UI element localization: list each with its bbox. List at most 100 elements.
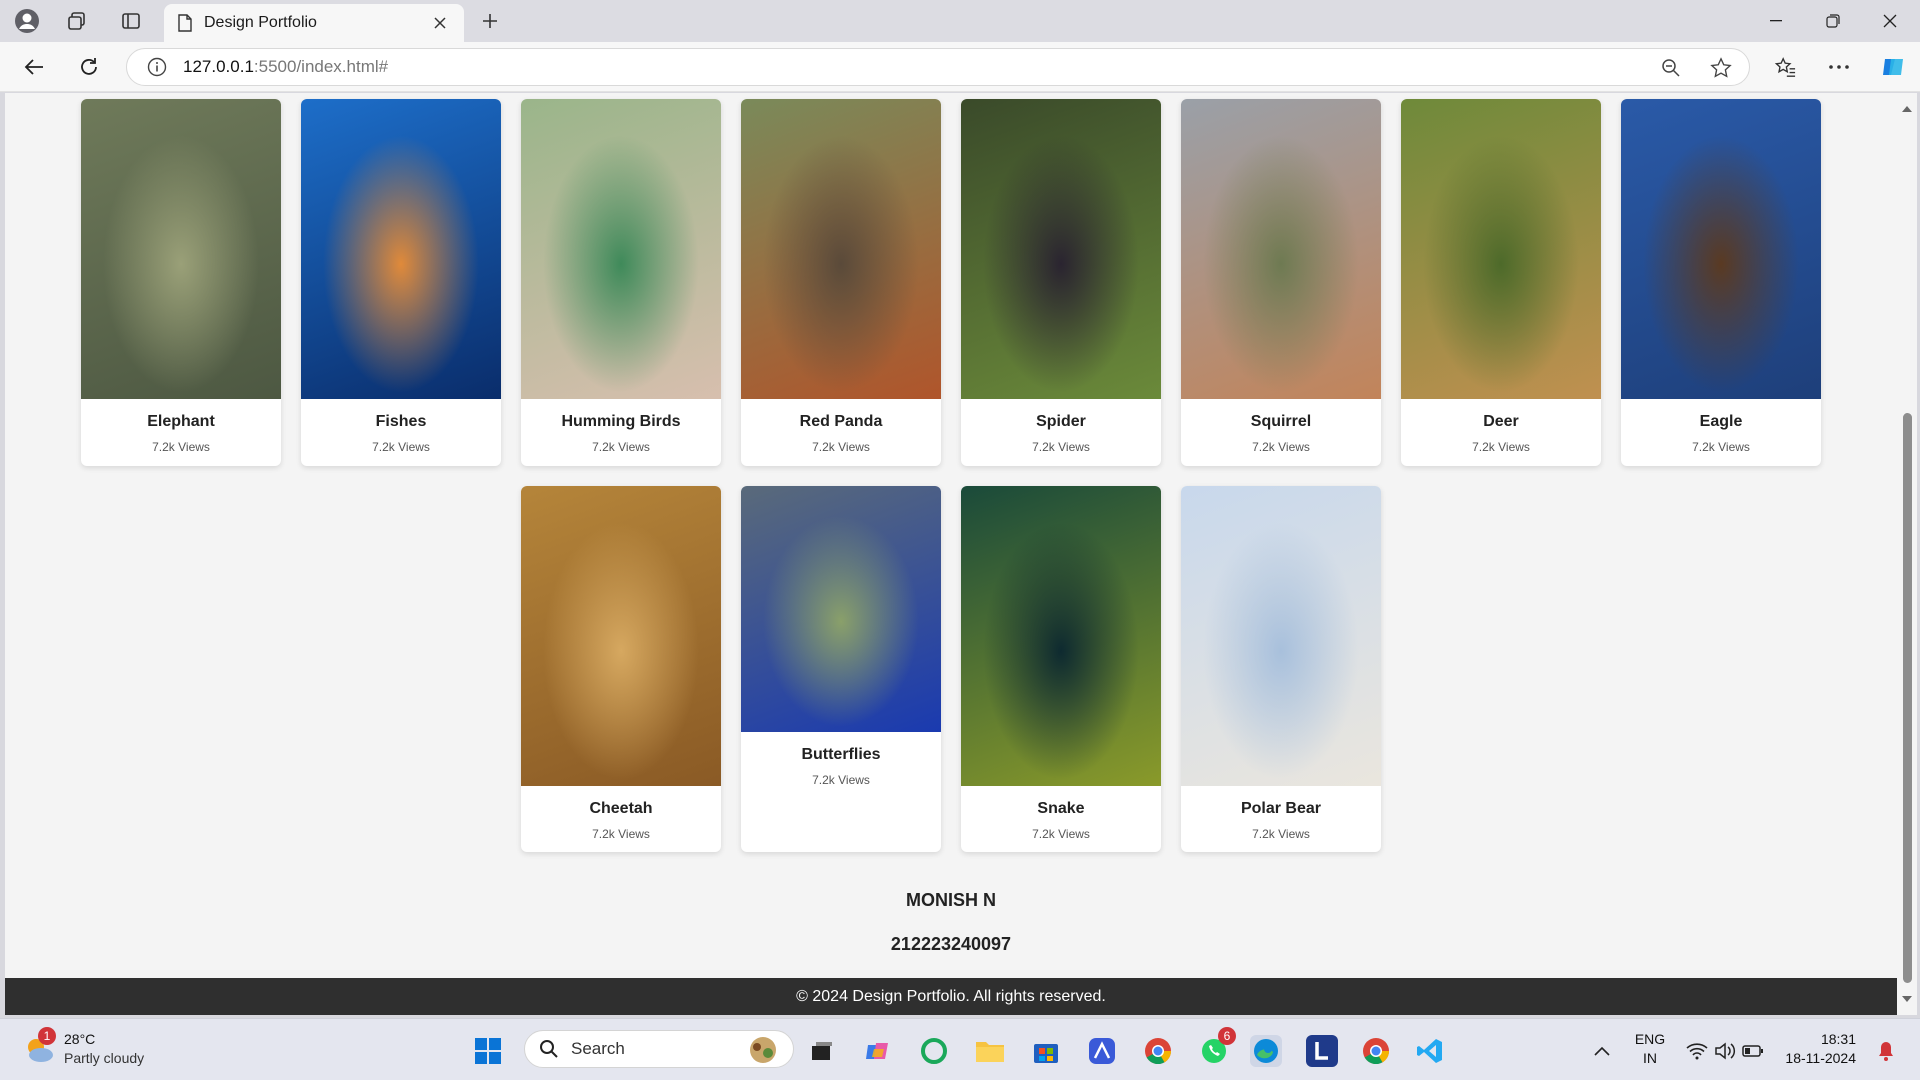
scroll-up-icon[interactable] (1901, 103, 1913, 115)
animal-name: Eagle (1699, 413, 1743, 430)
url-host: 127.0.0.1 (183, 57, 254, 76)
address-bar[interactable]: 127.0.0.1:5500/index.html# (126, 48, 1750, 86)
gallery-card[interactable]: Cheetah 7.2k Views (521, 486, 721, 852)
animal-name: Polar Bear (1240, 800, 1322, 817)
animal-image[interactable] (521, 99, 721, 399)
view-count: 7.2k Views (592, 440, 650, 454)
l-app-icon[interactable] (1306, 1035, 1338, 1067)
profile-icon[interactable] (8, 7, 46, 35)
page-scrollbar[interactable] (1897, 93, 1917, 1015)
zoom-icon[interactable] (1655, 52, 1687, 84)
view-count: 7.2k Views (1032, 440, 1090, 454)
site-info-icon[interactable] (147, 57, 167, 77)
back-icon[interactable] (17, 51, 51, 83)
gallery-card[interactable]: Red Panda 7.2k Views (741, 99, 941, 466)
clock-time: 18:31 (1820, 1031, 1856, 1047)
workspaces-icon[interactable] (58, 7, 96, 35)
weather-temp: 28°C (64, 1031, 96, 1047)
weather-badge: 1 (38, 1027, 56, 1045)
animal-image[interactable] (1401, 99, 1601, 399)
gallery-card[interactable]: Snake 7.2k Views (961, 486, 1161, 852)
gallery-card[interactable]: Fishes 7.2k Views (301, 99, 501, 466)
gallery-card[interactable]: Butterflies 7.2k Views (741, 486, 941, 852)
scrollbar-thumb[interactable] (1903, 413, 1912, 983)
animal-image[interactable] (741, 486, 941, 732)
gallery-card[interactable]: Deer 7.2k Views (1401, 99, 1601, 466)
author-id: 212223240097 (890, 934, 1012, 954)
animal-image[interactable] (81, 99, 281, 399)
animal-image[interactable] (1181, 486, 1381, 786)
animal-image[interactable] (521, 486, 721, 786)
gallery-card[interactable]: Eagle 7.2k Views (1621, 99, 1821, 466)
copilot-icon[interactable] (1876, 51, 1910, 83)
weather-widget[interactable]: 1 28°C Partly cloudy (22, 1027, 182, 1069)
whatsapp-icon[interactable]: 6 (1198, 1027, 1236, 1067)
animal-name: Fishes (375, 413, 427, 430)
animal-image[interactable] (961, 99, 1161, 399)
page-icon (178, 14, 192, 32)
vscode-icon[interactable] (1414, 1035, 1446, 1067)
clock[interactable]: 18:31 18-11-2024 (1782, 1031, 1856, 1066)
ring-app-icon[interactable] (918, 1035, 950, 1067)
animal-image[interactable] (301, 99, 501, 399)
url-path: :5500/index.html# (253, 57, 389, 76)
gallery-card[interactable]: Humming Birds 7.2k Views (521, 99, 721, 466)
animal-name: Squirrel (1250, 413, 1312, 430)
favorites-icon[interactable] (1768, 51, 1802, 83)
animal-name: Cheetah (589, 800, 653, 817)
animal-name: Humming Birds (561, 413, 681, 430)
more-options-icon[interactable] (1822, 51, 1856, 83)
gallery-card[interactable]: Elephant 7.2k Views (81, 99, 281, 466)
favorite-star-icon[interactable] (1705, 52, 1737, 84)
tab-design-portfolio[interactable]: Design Portfolio (164, 4, 464, 42)
restore-icon[interactable] (1805, 0, 1861, 42)
task-view-icon[interactable] (806, 1035, 838, 1067)
language-indicator[interactable]: ENG IN (1628, 1031, 1672, 1066)
animal-name: Red Panda (799, 413, 883, 430)
page-viewport: Elephant 7.2k Views Fishes 7.2k Views Hummin… (5, 93, 1897, 1015)
clock-date: 18-11-2024 (1785, 1050, 1856, 1066)
arc-app-icon[interactable] (1086, 1035, 1118, 1067)
animal-name: Deer (1483, 413, 1519, 430)
view-count: 7.2k Views (1032, 827, 1090, 841)
refresh-icon[interactable] (72, 51, 106, 83)
system-status[interactable] (1680, 1035, 1770, 1067)
animal-image[interactable] (961, 486, 1161, 786)
copilot-app-icon[interactable] (862, 1035, 894, 1067)
view-count: 7.2k Views (1252, 440, 1310, 454)
tab-actions-icon[interactable] (112, 7, 150, 35)
scroll-down-icon[interactable] (1901, 993, 1913, 1005)
browser-toolbar: 127.0.0.1:5500/index.html# (0, 42, 1920, 92)
animal-name: Butterflies (801, 746, 881, 763)
tab-title: Design Portfolio (204, 14, 317, 31)
show-hidden-icons[interactable] (1586, 1035, 1618, 1067)
close-tab-icon[interactable] (430, 13, 450, 33)
new-tab-icon[interactable] (474, 7, 506, 35)
start-icon[interactable] (472, 1035, 504, 1067)
taskbar: 1 28°C Partly cloudy Search 6 ENG IN 18:… (0, 1018, 1920, 1080)
edge-icon[interactable] (1250, 1035, 1282, 1067)
gallery-card[interactable]: Spider 7.2k Views (961, 99, 1161, 466)
title-bar: Design Portfolio (0, 0, 1920, 42)
animal-image[interactable] (1181, 99, 1381, 399)
search-highlight-icon (750, 1037, 776, 1063)
animal-image[interactable] (1621, 99, 1821, 399)
file-explorer-icon[interactable] (974, 1035, 1006, 1067)
chrome-icon[interactable] (1142, 1035, 1174, 1067)
battery-icon (1742, 1045, 1763, 1057)
view-count: 7.2k Views (1692, 440, 1750, 454)
view-count: 7.2k Views (592, 827, 650, 841)
whatsapp-badge: 6 (1218, 1027, 1236, 1045)
minimize-icon[interactable] (1748, 0, 1804, 42)
gallery-card[interactable]: Squirrel 7.2k Views (1181, 99, 1381, 466)
animal-image[interactable] (741, 99, 941, 399)
gallery-card[interactable]: Polar Bear 7.2k Views (1181, 486, 1381, 852)
language-code: ENG (1634, 1031, 1666, 1047)
close-window-icon[interactable] (1862, 0, 1918, 42)
taskbar-search[interactable]: Search (524, 1030, 794, 1068)
notification-bell-icon[interactable] (1870, 1035, 1902, 1067)
animal-name: Snake (1037, 800, 1085, 817)
store-icon[interactable] (1030, 1035, 1062, 1067)
chrome-profile-icon[interactable] (1360, 1035, 1392, 1067)
view-count: 7.2k Views (1252, 827, 1310, 841)
